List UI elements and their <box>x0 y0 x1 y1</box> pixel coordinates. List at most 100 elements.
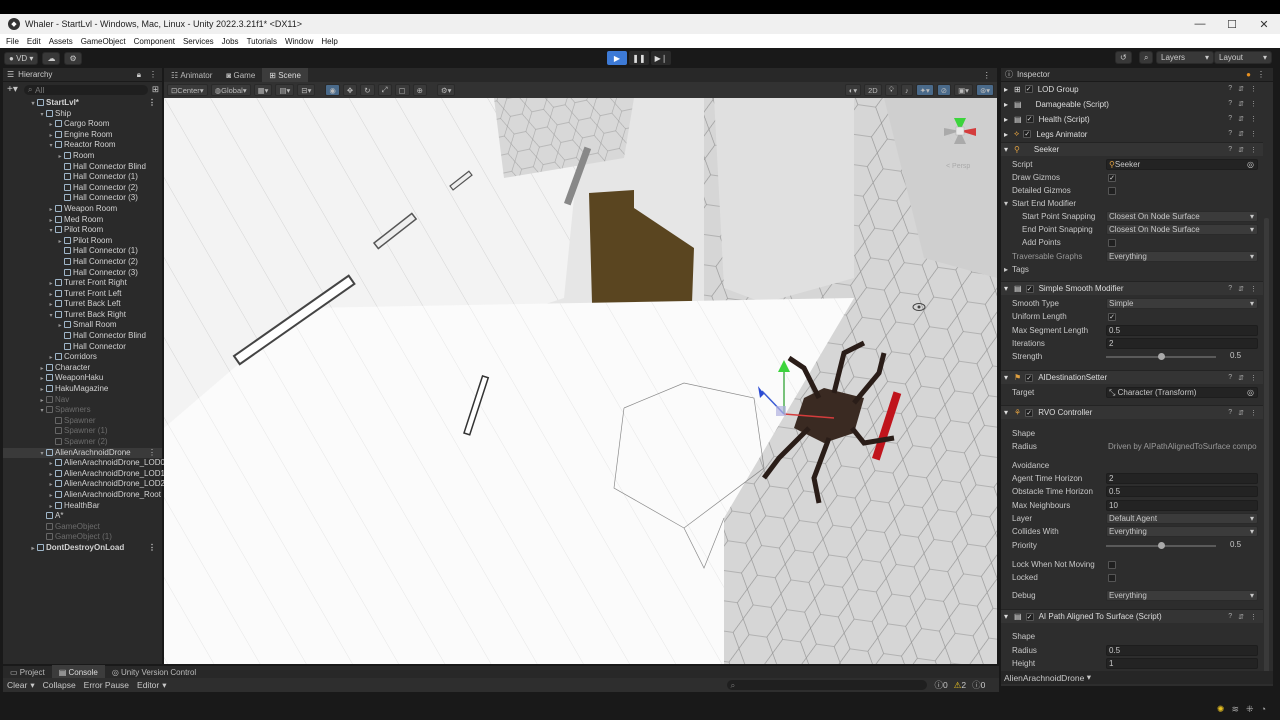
progress-icon[interactable]: ✺ <box>1217 704 1225 715</box>
locked-checkbox[interactable] <box>1108 573 1116 582</box>
traversable-graphs-dropdown[interactable]: Everything ▾ <box>1106 251 1258 263</box>
max-neighbours-input[interactable]: 10 <box>1106 500 1258 512</box>
hierarchy-item[interactable]: ▾ Spawners <box>3 405 162 416</box>
hierarchy-item[interactable]: Spawner (1) <box>3 426 162 437</box>
iterations-input[interactable]: 2 <box>1106 338 1258 350</box>
hierarchy-scene-item[interactable]: ▸ DontDestroyOnLoad ⋮ <box>3 543 162 554</box>
component-menu-icon[interactable]: ⋮ <box>1250 146 1257 154</box>
component-header-ai-path[interactable]: ▾ ▤ ✓ AI Path Aligned To Surface (Script… <box>1001 609 1263 623</box>
menu-window[interactable]: Window <box>285 37 313 46</box>
end-snapping-dropdown[interactable]: Closest On Node Surface ▾ <box>1106 224 1258 236</box>
help-icon[interactable]: ? <box>1228 146 1232 154</box>
add-button[interactable]: +▾ <box>7 84 18 95</box>
component-menu-icon[interactable]: ⋮ <box>1250 285 1257 293</box>
menu-gameobject[interactable]: GameObject <box>81 37 126 46</box>
mode-2d-button[interactable]: 2D <box>864 84 882 96</box>
component-menu-icon[interactable]: ⋮ <box>1250 374 1257 382</box>
scene-viewport[interactable]: < Persp <box>164 98 997 664</box>
rotate-tool-icon[interactable]: ↻ <box>360 84 375 96</box>
expand-arrow-icon[interactable]: ▸ <box>1004 85 1008 94</box>
hierarchy-item[interactable]: ▾ Turret Back Right <box>3 310 162 321</box>
hierarchy-item[interactable]: Hall Connector Blind <box>3 331 162 342</box>
menu-services[interactable]: Services <box>183 37 214 46</box>
hierarchy-item[interactable]: ▸ Turret Front Right <box>3 278 162 289</box>
menu-tutorials[interactable]: Tutorials <box>247 37 277 46</box>
help-icon[interactable]: ? <box>1228 374 1232 382</box>
slider-value[interactable]: 0.5 <box>1230 351 1241 360</box>
hierarchy-item[interactable]: Hall Connector (2) <box>3 257 162 268</box>
preset-icon[interactable]: ⇵ <box>1238 146 1244 154</box>
grid-snap-icon[interactable]: ▦▾ <box>253 84 273 96</box>
cloud-icon[interactable]: ☁ <box>42 51 61 65</box>
chevron-down-icon[interactable]: ▾ <box>30 680 34 691</box>
hierarchy-item[interactable]: Hall Connector (2) <box>3 183 162 194</box>
close-button[interactable]: ✕ <box>1248 18 1280 31</box>
expand-arrow-icon[interactable]: ▾ <box>1004 612 1008 621</box>
hierarchy-item[interactable]: GameObject (1) <box>3 532 162 543</box>
debug-mode-icon[interactable]: ● <box>1246 70 1251 79</box>
kebab-menu-icon[interactable]: ⋮ <box>148 543 156 554</box>
hierarchy-item[interactable]: ▾ Ship <box>3 109 162 120</box>
strength-slider[interactable]: 0.5 <box>1106 351 1241 362</box>
script-object-field[interactable]: ⚲ Seeker ◎ <box>1106 159 1258 171</box>
smooth-type-dropdown[interactable]: Simple ▾ <box>1106 298 1258 310</box>
tab-project[interactable]: ▭ Project <box>3 665 52 679</box>
minimize-button[interactable]: — <box>1184 18 1216 31</box>
hierarchy-item[interactable]: ▸ AlienArachnoidDrone_LOD0 <box>3 458 164 469</box>
lighting-icon[interactable]: 💡︎ <box>884 84 898 96</box>
component-header-destination-setter[interactable]: ▾ ⚑ ✓ AIDestinationSetter ? ⇵ ⋮ <box>1001 370 1263 384</box>
preset-icon[interactable]: ⇵ <box>1238 85 1244 93</box>
preset-icon[interactable]: ⇵ <box>1238 100 1244 108</box>
effects-icon[interactable]: ✦▾ <box>915 84 934 96</box>
object-picker-icon[interactable]: ◎ <box>1247 388 1254 397</box>
hierarchy-item[interactable]: Hall Connector (3) <box>3 268 162 279</box>
pivot-dropdown[interactable]: ⊡ Center ▾ <box>167 84 208 96</box>
component-menu-icon[interactable]: ⋮ <box>1250 409 1257 417</box>
expand-arrow-icon[interactable]: ▾ <box>1004 145 1008 154</box>
collapse-button[interactable]: Collapse <box>43 680 76 690</box>
preset-icon[interactable]: ⇵ <box>1238 285 1244 293</box>
menu-file[interactable]: File <box>6 37 19 46</box>
hierarchy-item[interactable]: Hall Connector (1) <box>3 246 162 257</box>
error-pause-button[interactable]: Error Pause <box>84 680 129 690</box>
slider-knob[interactable] <box>1158 353 1165 361</box>
pause-button[interactable]: ❚❚ <box>629 51 649 65</box>
hierarchy-item[interactable]: ▸ Nav <box>3 395 162 406</box>
component-enabled-checkbox[interactable]: ✓ <box>1025 408 1034 417</box>
kebab-menu-icon[interactable]: ⋮ <box>148 448 156 459</box>
preset-icon[interactable]: ⇵ <box>1238 374 1244 382</box>
preset-icon[interactable]: ⇵ <box>1238 130 1244 138</box>
object-picker-icon[interactable]: ◎ <box>1247 160 1254 169</box>
slider-knob[interactable] <box>1158 542 1165 550</box>
component-header-lod-group[interactable]: ▸ ⊞ ✓ LOD Group ? ⇵ ⋮ <box>1001 82 1263 96</box>
component-menu-icon[interactable]: ⋮ <box>1250 115 1257 123</box>
menu-component[interactable]: Component <box>134 37 175 46</box>
hierarchy-item[interactable]: ▾ AlienArachnoidDrone ⋮ <box>3 447 162 459</box>
section-tags[interactable]: ▸ Tags <box>1001 263 1263 276</box>
slider-value[interactable]: 0.5 <box>1230 540 1241 549</box>
error-count-icon[interactable]: ⓘ <box>972 679 981 691</box>
audio-icon[interactable]: ♪ <box>900 84 913 96</box>
hierarchy-item[interactable]: ▸ AlienArachnoidDrone_LOD2 <box>3 479 164 490</box>
add-points-checkbox[interactable] <box>1108 238 1116 247</box>
menu-edit[interactable]: Edit <box>27 37 41 46</box>
hierarchy-item[interactable]: ▸ WeaponHaku <box>3 373 162 384</box>
network-icon[interactable]: ⁜ <box>1246 704 1254 715</box>
hierarchy-item[interactable]: ▸ Corridors <box>3 352 162 363</box>
component-menu-icon[interactable]: ⋮ <box>1250 85 1257 93</box>
step-button[interactable]: ▶❘ <box>651 51 671 65</box>
hierarchy-item[interactable]: ▸ Small Room <box>3 320 162 331</box>
tab-animator[interactable]: ☷ Animator <box>164 68 219 82</box>
gizmos-icon[interactable]: ⊛▾ <box>975 84 994 96</box>
hierarchy-item[interactable]: GameObject <box>3 522 162 533</box>
layer-dropdown[interactable]: Default Agent ▾ <box>1106 513 1258 525</box>
hierarchy-item[interactable]: ▾ Pilot Room <box>3 225 162 236</box>
kebab-menu-icon[interactable]: ⋮ <box>149 70 157 79</box>
shading-mode-icon[interactable]: ◐▾ <box>844 84 862 96</box>
component-enabled-checkbox[interactable]: ✓ <box>1025 284 1034 293</box>
hidden-objects-icon[interactable]: ⊘ <box>936 84 952 96</box>
menu-assets[interactable]: Assets <box>49 37 73 46</box>
agent-time-input[interactable]: 2 <box>1106 473 1258 485</box>
component-enabled-checkbox[interactable]: ✓ <box>1024 85 1033 93</box>
tab-scene[interactable]: ⊞ Scene <box>262 68 308 82</box>
